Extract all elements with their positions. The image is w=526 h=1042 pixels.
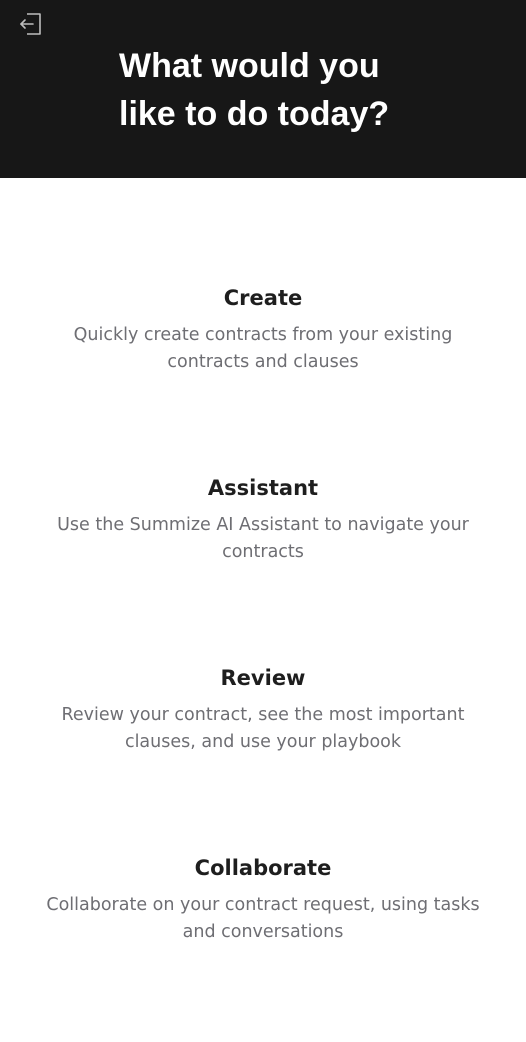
page-header: What would you like to do today? [0, 0, 526, 178]
option-description: Review your contract, see the most impor… [61, 705, 465, 752]
option-collaborate[interactable]: Collaborate Collaborate on your contract… [0, 854, 526, 1004]
page-title: What would you like to do today? [119, 42, 479, 138]
option-title: Review [220, 666, 306, 690]
option-description: Quickly create contracts from your exist… [73, 325, 453, 372]
option-assistant[interactable]: Assistant Use the Summize AI Assistant t… [0, 474, 526, 624]
option-title: Create [223, 286, 303, 310]
option-create[interactable]: Create Quickly create contracts from you… [0, 284, 526, 434]
exit-button[interactable] [18, 10, 46, 38]
page-title-line-1: What would you [119, 47, 380, 85]
page-title-line-2: like to do today? [119, 95, 390, 133]
option-description: Use the Summize AI Assistant to navigate… [57, 515, 469, 562]
option-review[interactable]: Review Review your contract, see the mos… [0, 664, 526, 814]
sign-out-icon [20, 13, 41, 35]
option-description: Collaborate on your contract request, us… [46, 895, 480, 942]
option-title: Assistant [207, 476, 319, 500]
option-title: Collaborate [194, 856, 332, 880]
